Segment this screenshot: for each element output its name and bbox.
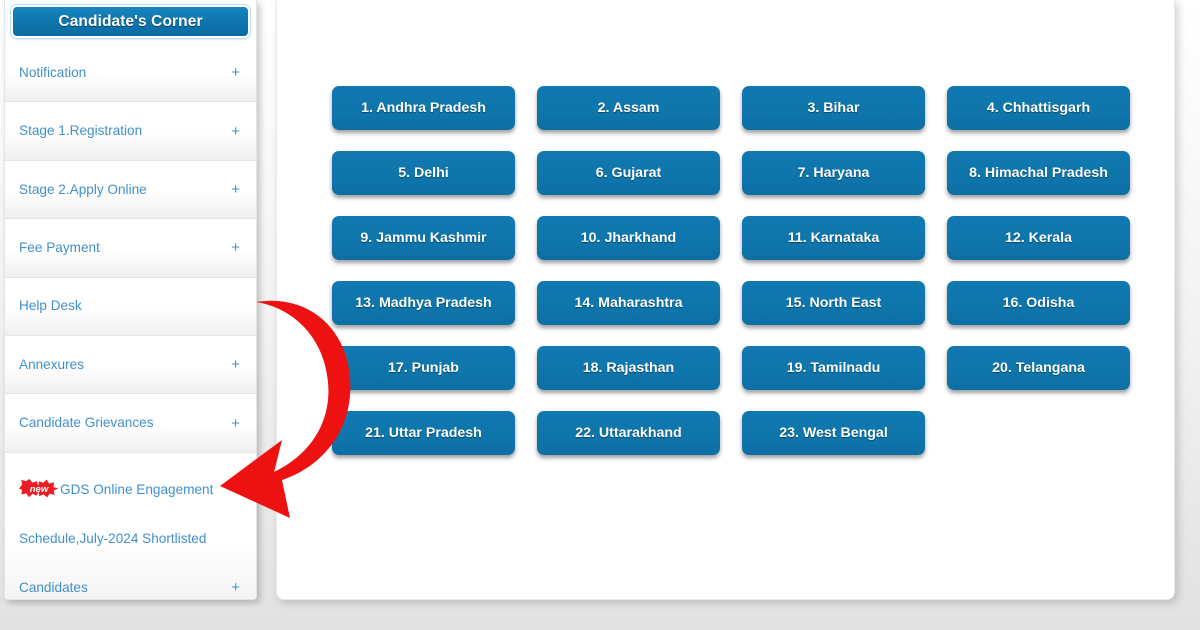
sidebar-item-label: Help Desk: [19, 298, 82, 314]
sidebar-item-label: Fee Payment: [19, 239, 100, 255]
sidebar-item-stage-1-registration[interactable]: Stage 1.Registration +: [5, 102, 256, 161]
state-button-kerala[interactable]: 12. Kerala: [947, 216, 1130, 260]
state-button-chhattisgarh[interactable]: 4. Chhattisgarh: [947, 86, 1130, 130]
state-button-himachal-pradesh[interactable]: 8. Himachal Pradesh: [947, 151, 1130, 195]
state-button-label: 14. Maharashtra: [574, 295, 683, 311]
state-button-gujarat[interactable]: 6. Gujarat: [537, 151, 720, 195]
state-button-punjab[interactable]: 17. Punjab: [332, 346, 515, 390]
svg-text:new: new: [30, 484, 49, 495]
state-button-jammu-kashmir[interactable]: 9. Jammu Kashmir: [332, 216, 515, 260]
sidebar-item-label: Stage 2.Apply Online: [19, 181, 147, 197]
state-button-label: 21. Uttar Pradesh: [365, 425, 482, 441]
sidebar-item-label-with-badge: new GDS Online Engagement Schedule,July-2…: [19, 465, 231, 599]
state-button-label: 3. Bihar: [807, 100, 860, 116]
sidebar-item-fee-payment[interactable]: Fee Payment +: [5, 219, 256, 278]
sidebar-item-candidate-grievances[interactable]: Candidate Grievances +: [5, 394, 256, 453]
state-button-label: 17. Punjab: [388, 360, 459, 376]
sidebar-item-label: Annexures: [19, 356, 84, 372]
sidebar-item-gds-online-engagement-schedule[interactable]: new GDS Online Engagement Schedule,July-2…: [5, 452, 256, 599]
state-button-label: 19. Tamilnadu: [786, 360, 881, 376]
expand-plus-icon[interactable]: +: [231, 240, 240, 255]
new-starburst-badge-icon: new: [19, 478, 59, 498]
state-button-label: 1. Andhra Pradesh: [361, 100, 486, 116]
state-button-andhra-pradesh[interactable]: 1. Andhra Pradesh: [332, 86, 515, 130]
expand-plus-icon[interactable]: +: [231, 65, 240, 80]
sidebar-item-label: Notification: [19, 64, 87, 80]
state-button-label: 23. West Bengal: [779, 425, 888, 441]
state-button-label: 15. North East: [785, 295, 882, 311]
sidebar-item-notification[interactable]: Notification +: [5, 44, 256, 103]
state-button-label: 12. Kerala: [1004, 230, 1073, 246]
state-button-label: 13. Madhya Pradesh: [355, 295, 492, 311]
state-button-madhya-pradesh[interactable]: 13. Madhya Pradesh: [332, 281, 515, 325]
state-button-uttarakhand[interactable]: 22. Uttarakhand: [537, 411, 720, 455]
state-button-label: 18. Rajasthan: [582, 360, 675, 376]
state-button-label: 11. Karnataka: [787, 230, 880, 246]
state-button-label: 10. Jharkhand: [580, 230, 677, 246]
state-button-label: 22. Uttarakhand: [575, 425, 682, 441]
state-button-label: 20. Telangana: [992, 360, 1085, 376]
expand-plus-icon[interactable]: +: [231, 416, 240, 431]
state-selection-panel: 1. Andhra Pradesh 2. Assam 3. Bihar 4. C…: [276, 0, 1175, 600]
sidebar-item-label: Candidate Grievances: [19, 415, 154, 431]
state-button-karnataka[interactable]: 11. Karnataka: [742, 216, 925, 260]
state-button-label: 7. Haryana: [797, 165, 870, 181]
state-button-label: 8. Himachal Pradesh: [969, 165, 1108, 181]
state-button-label: 9. Jammu Kashmir: [360, 230, 487, 246]
state-button-label: 6. Gujarat: [595, 165, 662, 181]
state-button-haryana[interactable]: 7. Haryana: [742, 151, 925, 195]
state-button-grid: 1. Andhra Pradesh 2. Assam 3. Bihar 4. C…: [332, 86, 1132, 455]
sidebar-header: Candidate's Corner: [11, 5, 250, 38]
expand-plus-icon[interactable]: +: [231, 182, 240, 197]
sidebar-header-title: Candidate's Corner: [58, 12, 203, 30]
sidebar-nav-list: Notification + Stage 1.Registration + St…: [5, 44, 256, 599]
sidebar-item-label-text: GDS Online Engagement Schedule,July-2024…: [19, 481, 214, 595]
state-button-north-east[interactable]: 15. North East: [742, 281, 925, 325]
state-button-label: 5. Delhi: [398, 165, 449, 181]
state-button-jharkhand[interactable]: 10. Jharkhand: [537, 216, 720, 260]
state-button-label: 16. Odisha: [1002, 295, 1075, 311]
state-button-delhi[interactable]: 5. Delhi: [332, 151, 515, 195]
state-button-tamilnadu[interactable]: 19. Tamilnadu: [742, 346, 925, 390]
state-button-maharashtra[interactable]: 14. Maharashtra: [537, 281, 720, 325]
state-button-west-bengal[interactable]: 23. West Bengal: [742, 411, 925, 455]
state-button-label: 2. Assam: [597, 100, 660, 116]
state-button-telangana[interactable]: 20. Telangana: [947, 346, 1130, 390]
state-button-rajasthan[interactable]: 18. Rajasthan: [537, 346, 720, 390]
expand-plus-icon[interactable]: +: [231, 580, 240, 595]
sidebar-item-stage-2-apply-online[interactable]: Stage 2.Apply Online +: [5, 160, 256, 220]
sidebar-item-annexures[interactable]: Annexures +: [5, 335, 256, 395]
candidates-corner-sidebar: Candidate's Corner Notification + Stage …: [4, 0, 257, 600]
state-button-label: 4. Chhattisgarh: [986, 100, 1091, 116]
state-button-uttar-pradesh[interactable]: 21. Uttar Pradesh: [332, 411, 515, 455]
expand-plus-icon[interactable]: +: [231, 357, 240, 372]
sidebar-item-label: Stage 1.Registration: [19, 123, 143, 139]
expand-plus-icon[interactable]: +: [231, 124, 240, 139]
sidebar-item-help-desk[interactable]: Help Desk: [5, 277, 256, 336]
state-button-bihar[interactable]: 3. Bihar: [742, 86, 925, 130]
state-button-odisha[interactable]: 16. Odisha: [947, 281, 1130, 325]
state-button-assam[interactable]: 2. Assam: [537, 86, 720, 130]
